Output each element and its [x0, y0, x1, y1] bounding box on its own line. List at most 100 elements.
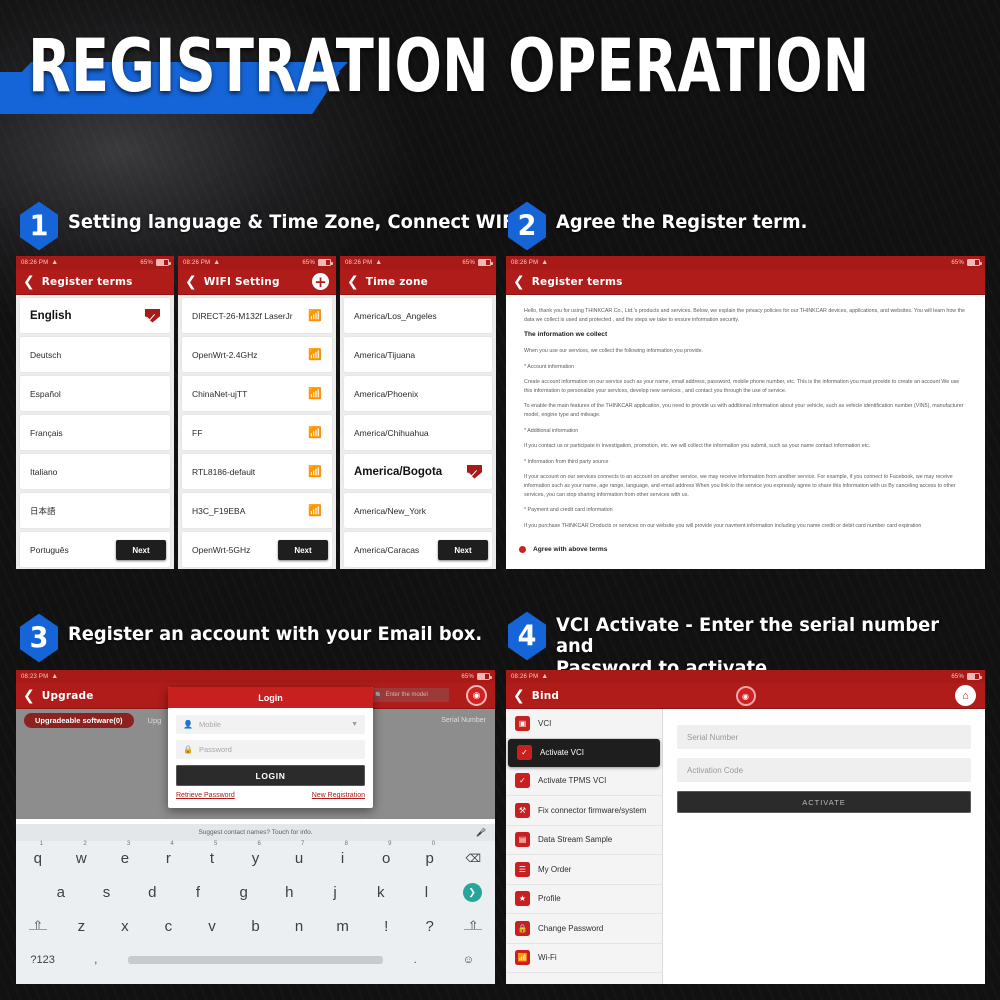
key-e[interactable]: 3e: [103, 841, 147, 867]
list-item[interactable]: FF 📶: [182, 415, 332, 450]
sidebar-item-my-order[interactable]: ☰ My Order: [506, 855, 662, 885]
password-input[interactable]: 🔒 Password: [176, 740, 365, 759]
sidebar-item-change-password[interactable]: 🔒 Change Password: [506, 914, 662, 944]
key-r[interactable]: 4r: [147, 841, 191, 867]
key-w[interactable]: 2w: [60, 841, 104, 867]
sidebar-item-label: VCI: [538, 718, 552, 728]
key-q[interactable]: 1q: [16, 841, 60, 867]
key-p[interactable]: 0p: [408, 841, 452, 867]
timezone-label: America/Chihuahua: [354, 427, 429, 438]
next-button[interactable]: Next: [438, 540, 488, 560]
sidebar-item-activate-vci[interactable]: ✓ Activate VCI: [508, 738, 660, 767]
battery-icon: [967, 673, 982, 680]
list-item[interactable]: America/Bogota: [344, 454, 492, 489]
list-item[interactable]: 日本語: [20, 493, 170, 528]
serial-number-input[interactable]: Serial Number: [677, 725, 971, 749]
list-item[interactable]: America/Los_Angeles: [344, 298, 492, 333]
key-comma[interactable]: ,: [69, 954, 122, 966]
key-i[interactable]: 8i: [321, 841, 365, 867]
login-button[interactable]: LOGIN: [176, 765, 365, 786]
sidebar-item-data-stream-sample[interactable]: ▤ Data Stream Sample: [506, 826, 662, 855]
key-y[interactable]: 6y: [234, 841, 278, 867]
list-item[interactable]: Français: [20, 415, 170, 450]
search-input[interactable]: 🔍 Enter the model: [371, 688, 449, 702]
list-item[interactable]: English: [20, 298, 170, 333]
list-item[interactable]: H3C_F19EBA 📶: [182, 493, 332, 528]
list-item[interactable]: America/Tijuana: [344, 337, 492, 372]
key-numeric-mode[interactable]: ?123: [16, 954, 69, 966]
key-emoji[interactable]: ☺: [442, 954, 495, 966]
sidebar-item-activate-tpms-vci[interactable]: ✓ Activate TPMS VCI: [506, 767, 662, 796]
key-shift-right[interactable]: ⇧: [451, 918, 495, 934]
key-d[interactable]: d: [129, 884, 175, 901]
list-item[interactable]: Español: [20, 376, 170, 411]
back-icon[interactable]: ❮: [23, 275, 35, 289]
key-enter[interactable]: ❯: [449, 882, 495, 902]
key-s[interactable]: s: [84, 884, 130, 901]
list-item[interactable]: America/New_York: [344, 493, 492, 528]
key-j[interactable]: j: [312, 884, 358, 901]
list-item[interactable]: America/Chihuahua: [344, 415, 492, 450]
agree-checkbox[interactable]: Agree with above terms: [519, 546, 607, 553]
list-item[interactable]: OpenWrt-2.4GHz 📶: [182, 337, 332, 372]
key-f[interactable]: f: [175, 884, 221, 901]
key-m[interactable]: m: [321, 918, 365, 935]
key-backspace[interactable]: ⌫: [451, 852, 495, 865]
navbar-bind: ❮ Bind ◉ ⌂: [506, 683, 985, 709]
microphone-icon[interactable]: 🎤: [476, 828, 486, 837]
key-x[interactable]: x: [103, 918, 147, 935]
home-button[interactable]: ⌂: [955, 685, 976, 706]
sidebar-item-fix-connector[interactable]: ⚒ Fix connector firmware/system: [506, 796, 662, 826]
language-label: 日本語: [30, 505, 56, 516]
sidebar-item-wifi[interactable]: 📶 Wi-Fi: [506, 944, 662, 973]
list-item[interactable]: America/Phoenix: [344, 376, 492, 411]
plus-icon[interactable]: +: [312, 273, 329, 290]
tab-secondary[interactable]: Upg: [148, 716, 162, 725]
new-registration-link[interactable]: New Registration: [312, 792, 365, 799]
key-k[interactable]: k: [358, 884, 404, 901]
back-icon[interactable]: ❮: [23, 689, 35, 703]
key-c[interactable]: c: [147, 918, 191, 935]
terms-content[interactable]: Hello, thank you for using THINKCAR Co.,…: [506, 295, 985, 569]
key-n[interactable]: n: [277, 918, 321, 935]
keyboard-suggestion-bar[interactable]: Suggest contact names? Touch for info. 🎤: [16, 824, 495, 841]
list-item[interactable]: ChinaNet-ujTT 📶: [182, 376, 332, 411]
key-h[interactable]: h: [267, 884, 313, 901]
terms-paragraph: * Account information: [524, 363, 575, 370]
activation-code-input[interactable]: Activation Code: [677, 758, 971, 782]
key-exclamation[interactable]: !: [364, 918, 408, 935]
list-item[interactable]: RTL8186-default 📶: [182, 454, 332, 489]
retrieve-password-link[interactable]: Retrieve Password: [176, 792, 235, 799]
camera-button[interactable]: ◉: [735, 686, 756, 706]
key-question[interactable]: ?: [408, 918, 452, 935]
sidebar-item-vci[interactable]: ▣ VCI: [506, 709, 662, 739]
activate-button[interactable]: ACTIVATE: [677, 791, 971, 813]
tab-upgradeable-software[interactable]: Upgradeable software(0): [24, 712, 134, 728]
key-a[interactable]: a: [38, 884, 84, 901]
key-v[interactable]: v: [190, 918, 234, 935]
key-u[interactable]: 7u: [277, 841, 321, 867]
list-item[interactable]: DIRECT-26-M132f LaserJr 📶: [182, 298, 332, 333]
list-item[interactable]: Italiano: [20, 454, 170, 489]
back-icon[interactable]: ❮: [513, 275, 525, 289]
key-t[interactable]: 5t: [190, 841, 234, 867]
key-l[interactable]: l: [404, 884, 450, 901]
next-button[interactable]: Next: [116, 540, 166, 560]
camera-button[interactable]: ◉: [466, 685, 487, 706]
back-icon[interactable]: ❮: [513, 689, 525, 703]
key-b[interactable]: b: [234, 918, 278, 935]
list-item[interactable]: Deutsch: [20, 337, 170, 372]
mobile-input[interactable]: 👤 Mobile ▼: [176, 715, 365, 734]
navbar-title: Bind: [531, 689, 560, 702]
chevron-down-icon[interactable]: ▼: [351, 721, 358, 728]
sidebar-item-profile[interactable]: ★ Profile: [506, 885, 662, 914]
key-g[interactable]: g: [221, 884, 267, 901]
key-shift-left[interactable]: ⇧: [16, 918, 60, 934]
back-icon[interactable]: ❮: [347, 275, 359, 289]
next-button[interactable]: Next: [278, 540, 328, 560]
key-space[interactable]: [122, 956, 388, 964]
key-o[interactable]: 9o: [364, 841, 408, 867]
key-period[interactable]: .: [389, 954, 442, 966]
back-icon[interactable]: ❮: [185, 275, 197, 289]
key-z[interactable]: z: [60, 918, 104, 935]
